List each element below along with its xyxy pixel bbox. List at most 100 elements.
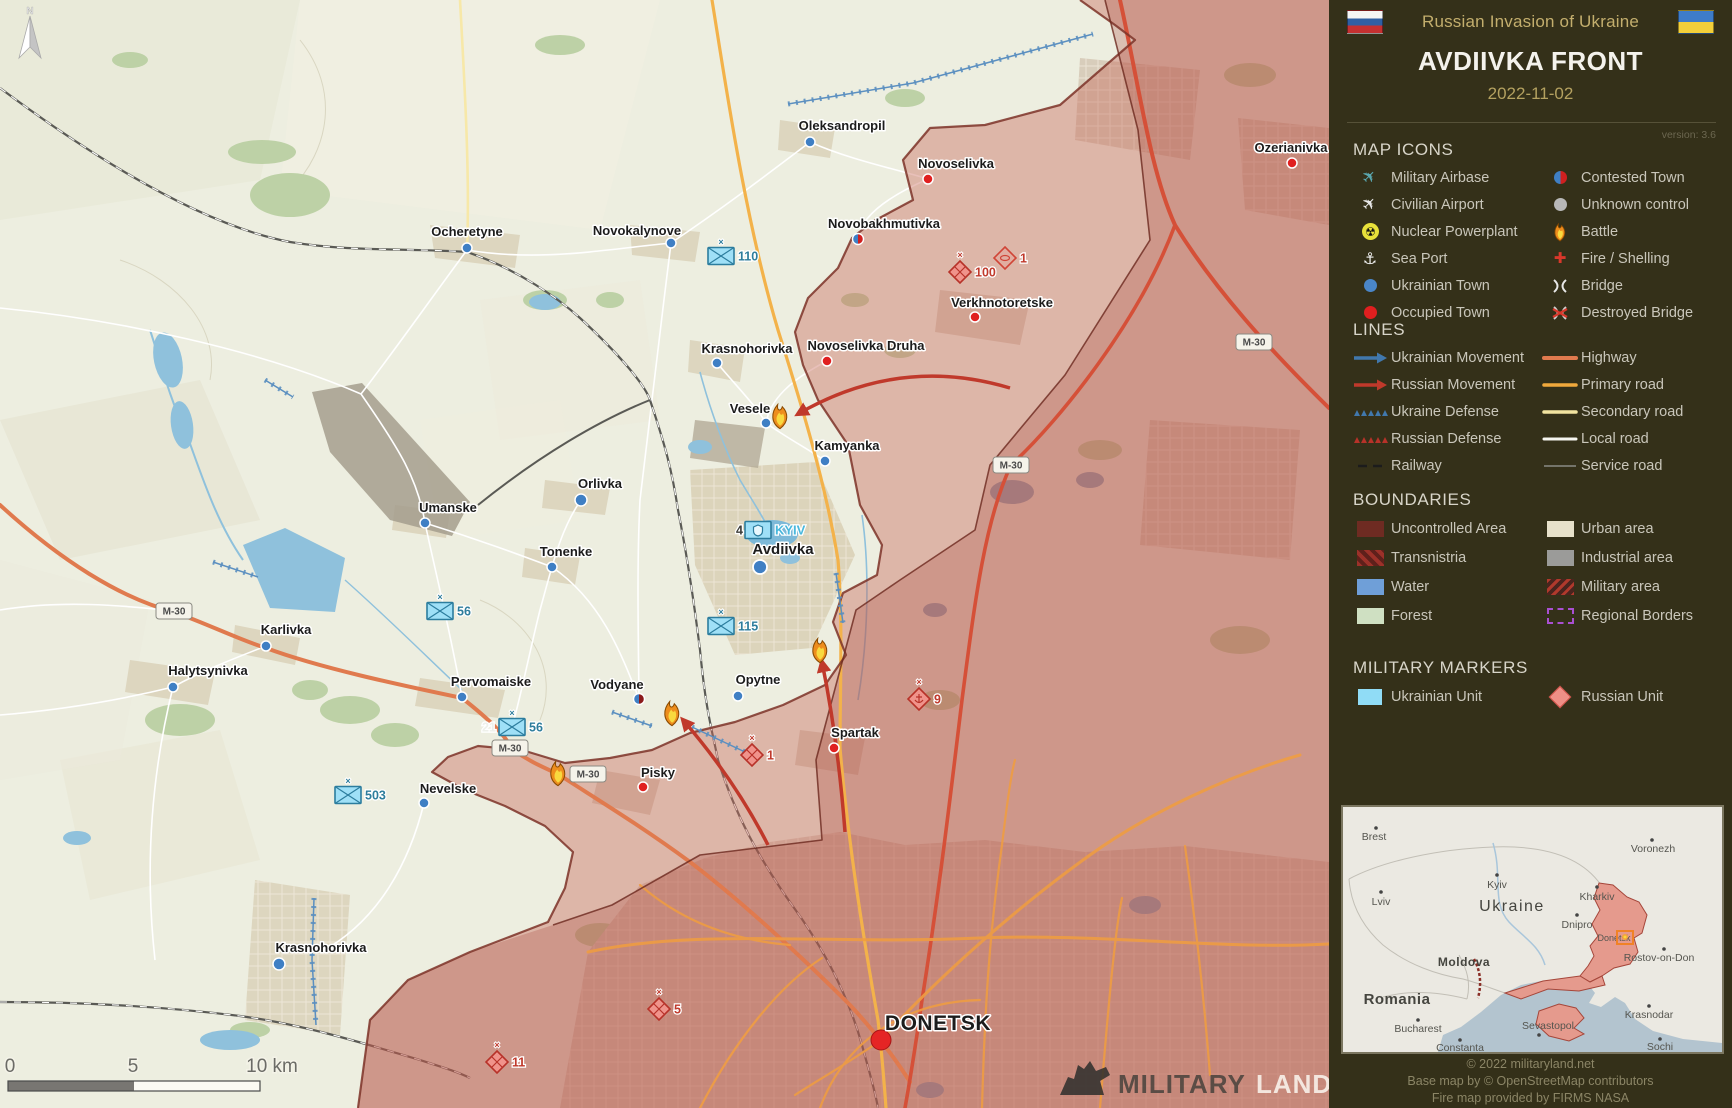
- regional-borders-swatch: [1547, 608, 1574, 624]
- section-header: MILITARY MARKERS: [1329, 658, 1732, 682]
- svg-text:Novoselivka: Novoselivka: [918, 156, 995, 171]
- russia-flag-icon: [1347, 10, 1383, 34]
- page-title: Russian Invasion of Ukraine: [1422, 12, 1639, 32]
- svg-text:Krasnohorivka: Krasnohorivka: [701, 341, 793, 356]
- svg-text:56: 56: [457, 605, 471, 619]
- svg-text:Novobakhmutivka: Novobakhmutivka: [828, 216, 941, 231]
- russian-defense-icon: [1352, 433, 1388, 445]
- sidebar-header: Russian Invasion of Ukraine: [1329, 10, 1732, 34]
- legend-row: Ukrainian Town Bridge: [1329, 272, 1732, 299]
- legend-row: Ukraine Defense Secondary road: [1329, 398, 1732, 425]
- local-road-icon: [1542, 435, 1578, 443]
- svg-text:9: 9: [934, 693, 941, 707]
- service-road-icon: [1542, 462, 1578, 470]
- svg-text:×: ×: [509, 708, 514, 718]
- sea-port-icon: ⚓: [1363, 251, 1377, 267]
- legend-row: Russian Movement Primary road: [1329, 371, 1732, 398]
- svg-text:1: 1: [767, 749, 774, 763]
- section-boundaries: BOUNDARIES Uncontrolled Area Urban area …: [1329, 490, 1732, 630]
- legend-row: Water Military area: [1329, 572, 1732, 601]
- svg-text:Verkhnotoretske: Verkhnotoretske: [951, 295, 1053, 310]
- svg-text:Novokalynove: Novokalynove: [593, 223, 681, 238]
- svg-text:×: ×: [656, 987, 661, 997]
- civilian-airport-icon: ✈: [1359, 193, 1381, 215]
- legend-row: ✈ Civilian Airport Unknown control: [1329, 191, 1732, 218]
- svg-text:Krasnohorivka: Krasnohorivka: [275, 940, 367, 955]
- section-header: LINES: [1329, 320, 1732, 344]
- svg-text:N: N: [26, 6, 33, 17]
- credit-line: Fire map provided by FIRMS NASA: [1329, 1090, 1732, 1107]
- svg-text:×: ×: [749, 733, 754, 743]
- ukrainian-town-icon: [1364, 279, 1377, 292]
- svg-text:Ocheretyne: Ocheretyne: [431, 224, 503, 239]
- military-area-swatch: [1547, 579, 1574, 595]
- svg-text:Orlivka: Orlivka: [578, 476, 623, 491]
- highway-icon: [1542, 354, 1578, 362]
- legend-row: ☢ Nuclear Powerplant Battle: [1329, 218, 1732, 245]
- svg-text:KYIV: KYIV: [775, 523, 806, 538]
- credits: © 2022 militaryland.net Base map by © Op…: [1329, 1056, 1732, 1107]
- svg-text:Ozerianivka: Ozerianivka: [1255, 140, 1329, 155]
- svg-text:Opytne: Opytne: [736, 672, 781, 687]
- legend-row: Forest Regional Borders: [1329, 601, 1732, 630]
- overview-minimap: Brest Voronezh Kyiv Lviv Kharkiv Dnipro …: [1341, 805, 1724, 1054]
- svg-text:Nevelske: Nevelske: [420, 781, 476, 796]
- front-map: M-30 M-30 M-30 M-30 M-30 Ocheretyne Novo…: [0, 0, 1329, 1108]
- road-badge-label: M-30: [1000, 461, 1023, 472]
- svg-text:11: 11: [512, 1056, 525, 1070]
- svg-text:Halytsynivka: Halytsynivka: [168, 663, 248, 678]
- urban-area-swatch: [1547, 521, 1574, 537]
- svg-text:Novoselivka Druha: Novoselivka Druha: [807, 338, 925, 353]
- svg-text:MILITARY: MILITARY: [1118, 1069, 1246, 1099]
- svg-text:56: 56: [529, 721, 543, 735]
- section-map-icons: MAP ICONS ✈ Military Airbase Contested T…: [1329, 140, 1732, 326]
- legend-row: Ukrainian Unit Russian Unit: [1329, 682, 1732, 711]
- svg-text:Moldova: Moldova: [1438, 955, 1490, 969]
- legend-row: Transnistria Industrial area: [1329, 543, 1732, 572]
- road-badge-label: M-30: [163, 607, 186, 618]
- svg-text:Kyiv: Kyiv: [1487, 879, 1508, 891]
- svg-text:Vesele: Vesele: [730, 401, 771, 416]
- fire-shelling-icon: ✚: [1554, 251, 1567, 266]
- ukrainian-unit-icon: [1358, 689, 1382, 705]
- svg-text:4: 4: [736, 524, 743, 538]
- header-divider: [1347, 122, 1716, 123]
- ukrainian-movement-icon: [1352, 351, 1388, 365]
- svg-text:×: ×: [718, 607, 723, 617]
- map-canvas: M-30 M-30 M-30 M-30 M-30 Ocheretyne Novo…: [0, 0, 1329, 1108]
- legend-row: Railway Service road: [1329, 452, 1732, 479]
- legend-sidebar: Russian Invasion of Ukraine AVDIIVKA FRO…: [1329, 0, 1732, 1108]
- section-lines: LINES Ukrainian Movement Highway Russian…: [1329, 320, 1732, 479]
- svg-text:5: 5: [674, 1003, 681, 1017]
- svg-text:Ukraine: Ukraine: [1479, 898, 1545, 915]
- destroyed-bridge-icon: [1549, 305, 1571, 321]
- military-airbase-icon: ✈: [1359, 166, 1381, 188]
- svg-text:21: 21: [482, 721, 496, 735]
- unknown-control-icon: [1554, 198, 1567, 211]
- svg-text:Kamyanka: Kamyanka: [814, 438, 880, 453]
- credit-line: © 2022 militaryland.net: [1329, 1056, 1732, 1073]
- svg-text:×: ×: [718, 237, 723, 247]
- svg-text:Tonenke: Tonenke: [540, 544, 593, 559]
- svg-text:Vodyane: Vodyane: [590, 677, 643, 692]
- svg-text:0: 0: [5, 1056, 16, 1077]
- svg-text:Pisky: Pisky: [641, 765, 676, 780]
- svg-text:×: ×: [437, 592, 442, 602]
- industrial-area-swatch: [1547, 550, 1574, 566]
- nuclear-powerplant-icon: ☢: [1361, 222, 1380, 241]
- svg-text:Constanta: Constanta: [1436, 1042, 1484, 1052]
- svg-text:Romania: Romania: [1364, 991, 1431, 1008]
- svg-text:5: 5: [128, 1056, 139, 1077]
- svg-text:×: ×: [345, 776, 350, 786]
- legend-row: Uncontrolled Area Urban area: [1329, 514, 1732, 543]
- svg-text:☢: ☢: [1365, 225, 1376, 239]
- svg-text:Karlivka: Karlivka: [261, 622, 312, 637]
- section-header: BOUNDARIES: [1329, 490, 1732, 514]
- russian-movement-icon: [1352, 378, 1388, 392]
- svg-text:110: 110: [738, 250, 758, 264]
- svg-text:LAND: LAND: [1256, 1069, 1329, 1099]
- svg-text:×: ×: [494, 1040, 499, 1050]
- svg-text:10 km: 10 km: [246, 1056, 298, 1077]
- svg-text:Voronezh: Voronezh: [1631, 843, 1676, 855]
- primary-road-icon: [1542, 381, 1578, 389]
